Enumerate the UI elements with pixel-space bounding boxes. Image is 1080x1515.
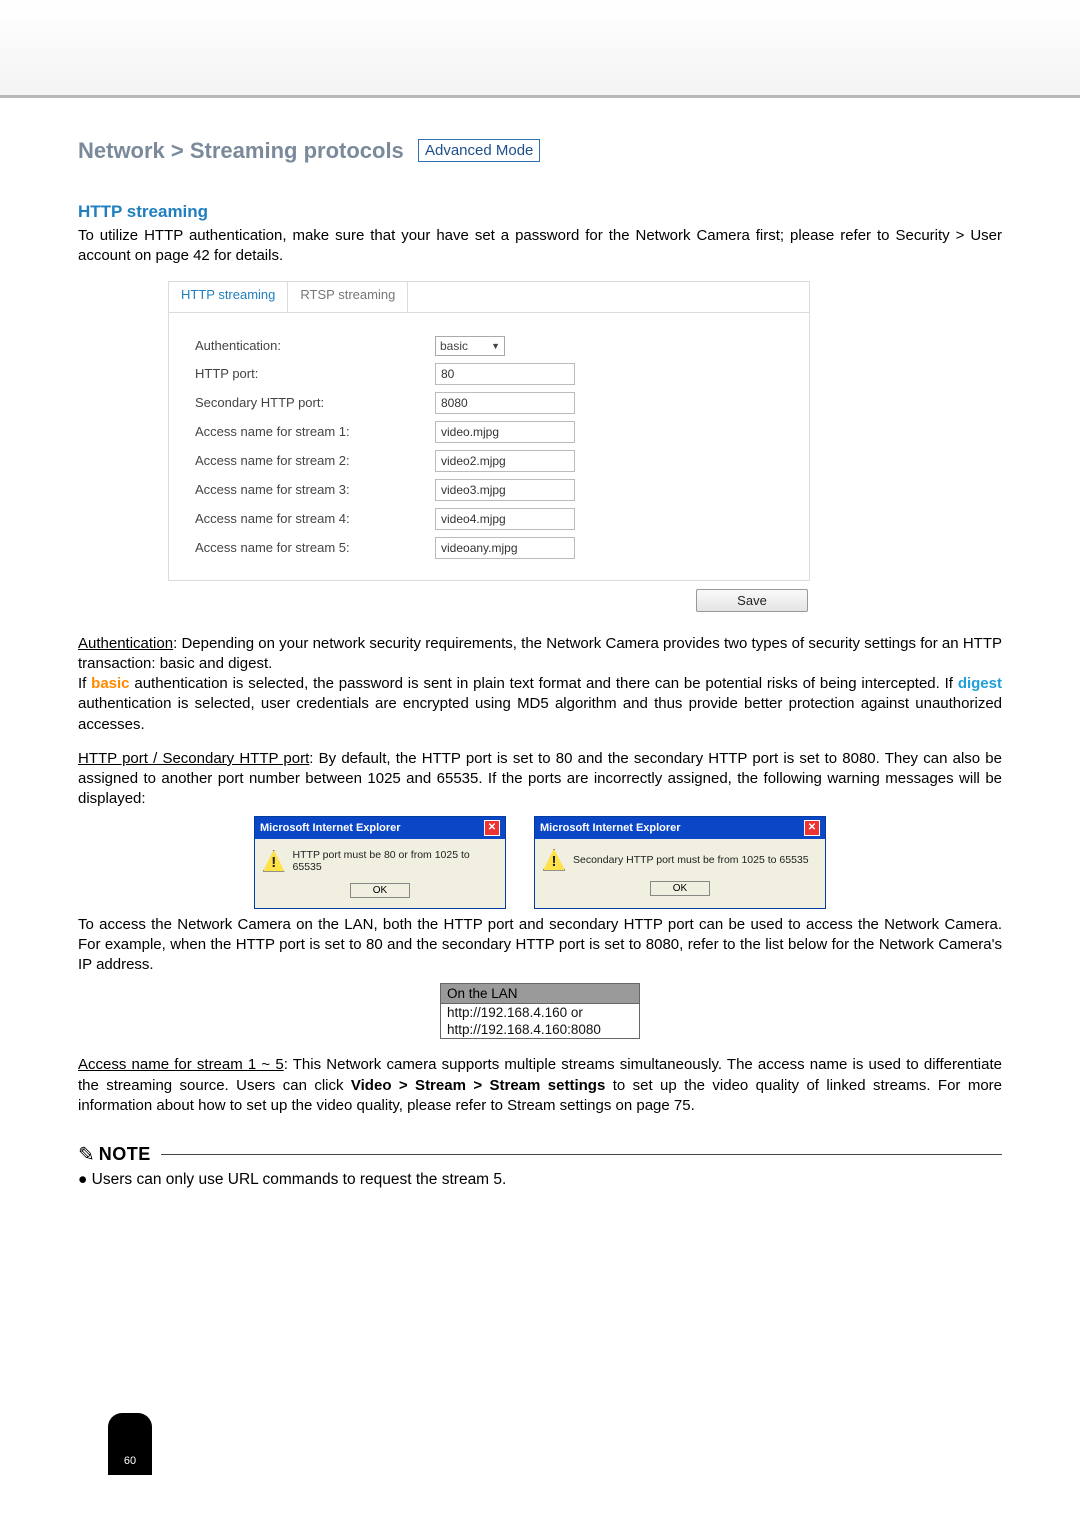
tab-bar: HTTP streaming RTSP streaming xyxy=(169,282,809,313)
lan-row: http://192.168.4.160 or xyxy=(441,1004,639,1021)
stream4-label: Access name for stream 4: xyxy=(195,511,435,526)
settings-panel: HTTP streaming RTSP streaming Authentica… xyxy=(168,281,810,581)
http-port-label: HTTP port: xyxy=(195,366,435,381)
lan-header: On the LAN xyxy=(441,984,639,1004)
warning-icon: ! xyxy=(263,850,285,872)
ok-button[interactable]: OK xyxy=(650,881,710,896)
stream2-input[interactable]: video2.mjpg xyxy=(435,450,575,472)
warning-icon: ! xyxy=(543,849,565,871)
stream2-label: Access name for stream 2: xyxy=(195,453,435,468)
stream3-label: Access name for stream 3: xyxy=(195,482,435,497)
stream1-label: Access name for stream 1: xyxy=(195,424,435,439)
note-bullet: ● Users can only use URL commands to req… xyxy=(78,1171,1002,1189)
auth-label: Authentication: xyxy=(195,338,435,353)
header-band xyxy=(0,0,1080,98)
save-button[interactable]: Save xyxy=(696,589,808,612)
tab-rtsp-streaming[interactable]: RTSP streaming xyxy=(288,282,408,312)
page-number: 60 xyxy=(108,1413,152,1475)
note-label: NOTE xyxy=(99,1144,151,1165)
auth-select-value: basic xyxy=(440,339,468,353)
section-heading-row: Network > Streaming protocols Advanced M… xyxy=(78,138,1002,164)
dialog-message: HTTP port must be 80 or from 1025 to 655… xyxy=(293,849,497,873)
secondary-http-port-label: Secondary HTTP port: xyxy=(195,395,435,410)
port-paragraph: HTTP port / Secondary HTTP port: By defa… xyxy=(78,749,1002,810)
close-icon[interactable]: ✕ xyxy=(484,820,500,836)
pin-icon: ✎ xyxy=(78,1142,95,1167)
warning-dialog-http-port: Microsoft Internet Explorer ✕ ! HTTP por… xyxy=(254,816,506,909)
stream4-input[interactable]: video4.mjpg xyxy=(435,508,575,530)
http-streaming-subtitle: HTTP streaming xyxy=(78,202,1002,222)
warning-dialog-secondary-port: Microsoft Internet Explorer ✕ ! Secondar… xyxy=(534,816,826,909)
ok-button[interactable]: OK xyxy=(350,883,410,898)
lan-table: On the LAN http://192.168.4.160 or http:… xyxy=(440,983,640,1039)
dialog-title: Microsoft Internet Explorer xyxy=(260,822,401,834)
stream3-input[interactable]: video3.mjpg xyxy=(435,479,575,501)
lan-paragraph: To access the Network Camera on the LAN,… xyxy=(78,915,1002,976)
access-name-paragraph: Access name for stream 1 ~ 5: This Netwo… xyxy=(78,1055,1002,1116)
note-divider xyxy=(161,1154,1002,1155)
dialog-message: Secondary HTTP port must be from 1025 to… xyxy=(573,854,809,866)
intro-paragraph: To utilize HTTP authentication, make sur… xyxy=(78,226,1002,267)
stream5-input[interactable]: videoany.mjpg xyxy=(435,537,575,559)
chevron-down-icon: ▼ xyxy=(491,341,500,351)
mode-badge: Advanced Mode xyxy=(418,139,540,162)
stream5-label: Access name for stream 5: xyxy=(195,540,435,555)
dialog-row: Microsoft Internet Explorer ✕ ! HTTP por… xyxy=(78,816,1002,909)
section-title: Network > Streaming protocols xyxy=(78,138,404,163)
dialog-title: Microsoft Internet Explorer xyxy=(540,822,681,834)
close-icon[interactable]: ✕ xyxy=(804,820,820,836)
lan-row: http://192.168.4.160:8080 xyxy=(441,1021,639,1038)
auth-select[interactable]: basic ▼ xyxy=(435,336,505,356)
tab-http-streaming[interactable]: HTTP streaming xyxy=(169,282,288,312)
stream1-input[interactable]: video.mjpg xyxy=(435,421,575,443)
auth-paragraph: Authentication: Depending on your networ… xyxy=(78,634,1002,735)
secondary-http-port-input[interactable]: 8080 xyxy=(435,392,575,414)
http-port-input[interactable]: 80 xyxy=(435,363,575,385)
note-heading: ✎ NOTE xyxy=(78,1142,1002,1167)
